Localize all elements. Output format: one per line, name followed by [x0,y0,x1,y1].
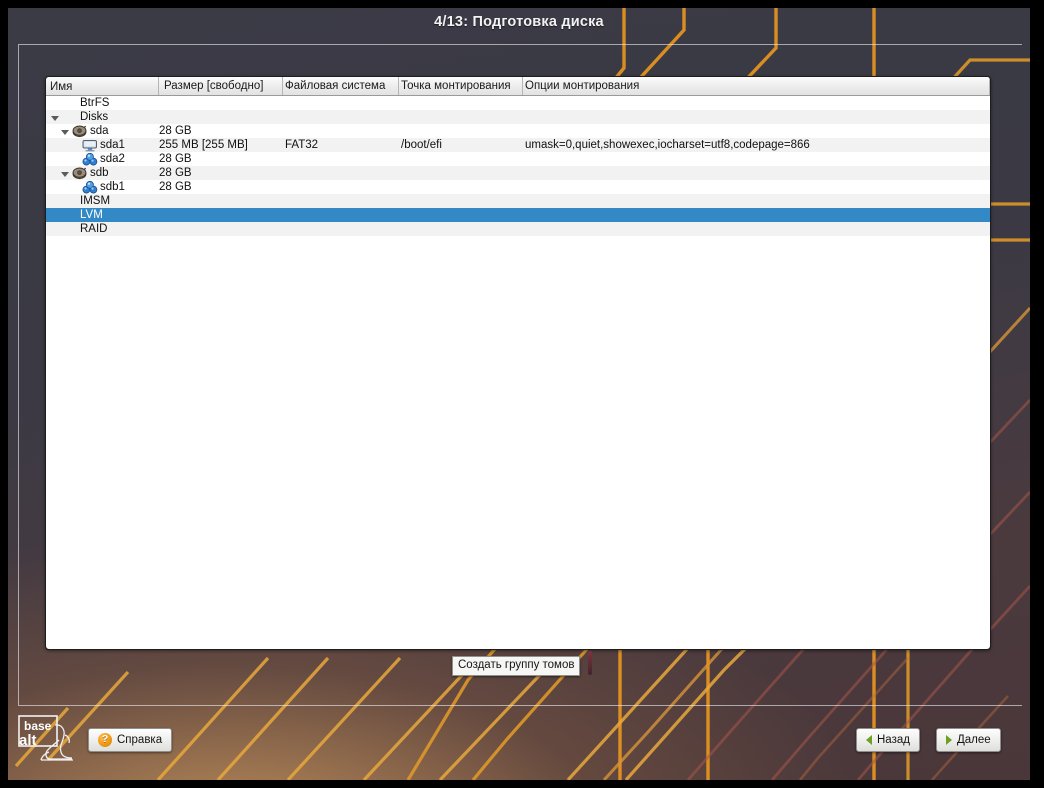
installer-screen: 4/13: Подготовка диска Имя Размер [свобо… [0,0,1044,788]
cell-name: sda1 [46,139,159,152]
hard-disk-icon [72,125,88,138]
hard-disk-icon [72,167,88,180]
no-icon [62,223,78,236]
cell-size: 28 GB [159,124,192,137]
table-row[interactable]: Disks [46,110,990,124]
table-row[interactable]: BtrFS [46,96,990,110]
page-title: 4/13: Подготовка диска [434,14,604,30]
chevron-down-icon[interactable] [60,168,71,179]
table-row[interactable]: RAID [46,222,990,236]
column-header-size[interactable]: Размер [свободно] [159,77,283,95]
basealt-logo: base alt [18,715,73,761]
column-header-name[interactable]: Имя [46,77,159,95]
help-button[interactable]: ? Справка [88,728,173,752]
chevron-right-icon [946,735,952,745]
cell-mountoptions: umask=0,quiet,showexec,iocharset=utf8,co… [525,138,810,151]
row-name-label: sda [90,124,109,137]
table-header-row: Имя Размер [свободно] Файловая система Т… [46,77,990,96]
row-name-label: sdb [90,166,109,179]
column-header-filesystem[interactable]: Файловая система [283,77,399,95]
cell-name: BtrFS [46,97,159,110]
cell-size: 28 GB [159,180,192,193]
cell-size: 28 GB [159,152,192,165]
table-row[interactable]: sdb1 28 GB [46,180,990,194]
disk-tree-body: BtrFS Disks sda 28 GB sda1 255 MB [255 MB] FAT… [46,96,990,236]
cell-size: 28 GB [159,166,192,179]
back-button[interactable]: Назад [856,728,920,752]
cell-size: 255 MB [255 MB] [159,138,248,151]
row-name-label: LVM [80,208,103,221]
row-name-label: sdb1 [100,180,125,193]
row-name-label: sda2 [100,152,125,165]
no-icon [62,209,78,222]
chevron-down-icon[interactable] [60,126,71,137]
row-name-label: Disks [80,110,109,123]
question-mark-icon: ? [98,733,112,747]
cell-name: IMSM [46,195,159,208]
no-icon [62,97,78,110]
table-row[interactable]: sdb 28 GB [46,166,990,180]
lvm-partition-icon [82,152,98,166]
cell-name: LVM [46,209,159,222]
table-row[interactable]: sda2 28 GB [46,152,990,166]
table-row[interactable]: LVM [46,208,990,222]
disk-layout-panel: Имя Размер [свободно] Файловая система Т… [45,76,991,650]
svg-text:base: base [24,719,52,733]
next-button[interactable]: Далее [936,728,1001,752]
cell-mountpoint: /boot/efi [401,138,442,151]
fat-partition-icon [82,139,98,152]
lvm-partition-icon [82,180,98,194]
row-name-label: RAID [80,222,108,235]
row-name-label: sda1 [100,138,125,151]
cell-name: sda2 [46,152,159,166]
cell-name: sdb [46,167,159,180]
tooltip: Создать группу томов [452,656,581,676]
help-button-label: Справка [117,734,163,746]
column-header-mountpoint[interactable]: Точка монтирования [399,77,523,95]
next-button-label: Далее [957,734,991,746]
chevron-left-icon [866,735,872,745]
column-header-mountoptions[interactable]: Опции монтирования [523,77,990,95]
no-icon [62,111,78,124]
row-name-label: BtrFS [80,96,110,109]
back-button-label: Назад [877,734,910,746]
no-icon [62,195,78,208]
table-row[interactable]: sda 28 GB [46,124,990,138]
cell-name: Disks [46,111,159,124]
cell-name: RAID [46,223,159,236]
mouse-cursor [588,651,592,675]
cell-name: sdb1 [46,180,159,194]
table-row[interactable]: sda1 255 MB [255 MB] FAT32/boot/efi umask=0… [46,138,990,152]
cell-name: sda [46,125,159,138]
table-row[interactable]: IMSM [46,194,990,208]
chevron-down-icon[interactable] [50,112,61,123]
svg-text:alt: alt [19,732,37,749]
cell-filesystem: FAT32 [285,138,319,151]
row-name-label: IMSM [80,194,111,207]
